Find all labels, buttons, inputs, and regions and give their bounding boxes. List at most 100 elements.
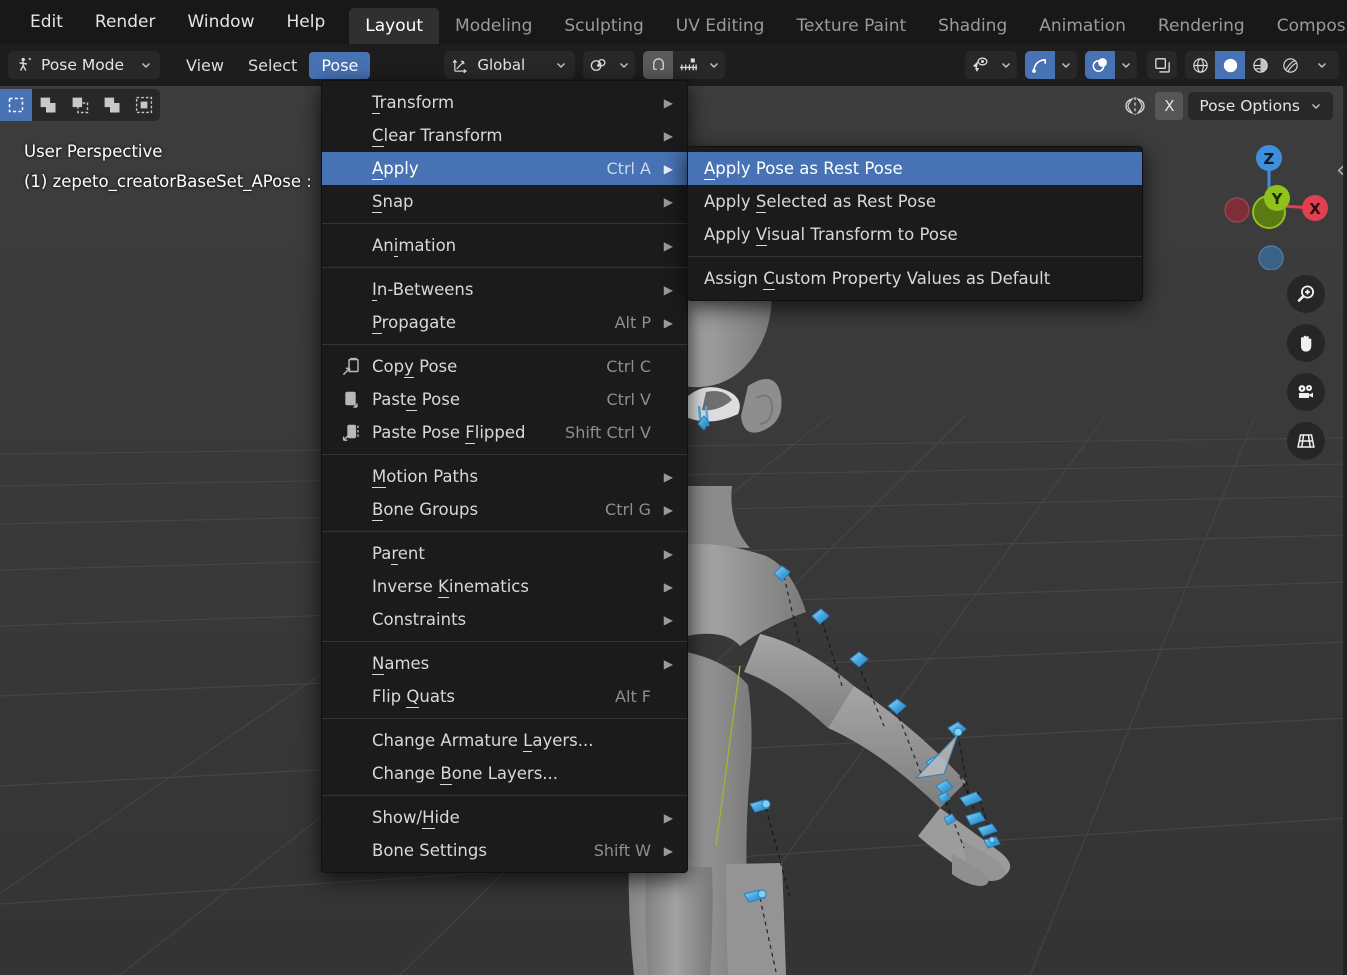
viewport-menu-select[interactable]: Select — [236, 52, 309, 79]
menu-item-paste-pose-flipped[interactable]: Paste Pose FlippedShift Ctrl V▶ — [322, 416, 687, 449]
tab-layout[interactable]: Layout — [349, 8, 439, 44]
xray-icon[interactable] — [1147, 51, 1177, 79]
axis-x-negative — [1225, 198, 1249, 222]
tab-uv-editing[interactable]: UV Editing — [660, 8, 781, 44]
submenu-arrow-icon: ▶ — [657, 162, 673, 176]
menu-item-inverse-kinematics[interactable]: Inverse Kinematics▶ — [322, 570, 687, 603]
menu-item-shortcut: Ctrl C — [606, 357, 651, 376]
topbar-menu-edit[interactable]: Edit — [14, 0, 79, 44]
camera-view-icon[interactable] — [1287, 373, 1325, 411]
menu-item-show-hide[interactable]: Show/Hide▶ — [322, 801, 687, 834]
menu-item-apply-pose-as-rest-pose[interactable]: Apply Pose as Rest Pose▶ — [688, 152, 1142, 185]
tab-animation[interactable]: Animation — [1023, 8, 1142, 44]
menu-item-label: Names — [368, 654, 633, 673]
menu-item-bone-groups[interactable]: Bone GroupsCtrl G▶ — [322, 493, 687, 526]
visibility-gizmo-icon[interactable] — [965, 51, 995, 79]
menu-item-animation[interactable]: Animation▶ — [322, 229, 687, 262]
select-invert-icon[interactable] — [128, 89, 160, 121]
menu-item-paste-pose[interactable]: Paste PoseCtrl V▶ — [322, 383, 687, 416]
overlays-toggle-group[interactable] — [1085, 51, 1137, 79]
chevron-down-icon[interactable] — [995, 51, 1017, 79]
tab-modeling[interactable]: Modeling — [439, 8, 548, 44]
tab-rendering[interactable]: Rendering — [1142, 8, 1261, 44]
gizmo-toggle-group[interactable] — [1025, 51, 1077, 79]
viewport-menu-pose[interactable]: Pose — [309, 52, 370, 79]
menu-item-change-armature-layers[interactable]: Change Armature Layers...▶ — [322, 724, 687, 757]
apply-submenu-dropdown[interactable]: Apply Pose as Rest Pose▶Apply Selected a… — [687, 146, 1143, 301]
viewport-nav-buttons[interactable] — [1287, 275, 1325, 460]
gizmo-icon[interactable] — [1025, 51, 1055, 79]
menu-item-assign-custom-property-values-as-default[interactable]: Assign Custom Property Values as Default… — [688, 262, 1142, 295]
transform-orientation-selector[interactable]: Global — [444, 51, 575, 79]
menu-item-bone-settings[interactable]: Bone SettingsShift W▶ — [322, 834, 687, 867]
transform-orientation-value: Global — [477, 56, 525, 74]
mirror-x-button[interactable]: X — [1155, 92, 1183, 120]
topbar-menu-render[interactable]: Render — [79, 0, 172, 44]
orthographic-toggle-icon[interactable] — [1287, 422, 1325, 460]
submenu-arrow-icon: ▶ — [657, 470, 673, 484]
menu-item-snap[interactable]: Snap▶ — [322, 185, 687, 218]
shading-rendered-icon[interactable] — [1275, 51, 1305, 79]
menu-item-apply-visual-transform-to-pose[interactable]: Apply Visual Transform to Pose▶ — [688, 218, 1142, 251]
chevron-down-icon[interactable] — [1305, 51, 1339, 79]
topbar-menu-list: Edit Render Window Help — [0, 0, 341, 44]
overlays-icon[interactable] — [1085, 51, 1115, 79]
topbar-menu-help[interactable]: Help — [270, 0, 341, 44]
topbar-menu-window[interactable]: Window — [171, 0, 270, 44]
menu-item-copy-pose[interactable]: Copy PoseCtrl C▶ — [322, 350, 687, 383]
snapping-controls[interactable] — [643, 51, 725, 79]
select-mode-toolbar[interactable] — [0, 89, 160, 121]
menu-item-in-betweens[interactable]: In-Betweens▶ — [322, 273, 687, 306]
menu-item-label: In-Betweens — [368, 280, 633, 299]
visibility-selector[interactable] — [965, 51, 1017, 79]
tab-shading[interactable]: Shading — [922, 8, 1023, 44]
menu-item-names[interactable]: Names▶ — [322, 647, 687, 680]
menu-item-clear-transform[interactable]: Clear Transform▶ — [322, 119, 687, 152]
chevron-down-icon[interactable] — [703, 51, 725, 79]
viewport-perspective-label: User Perspective — [24, 142, 162, 161]
xray-toggle[interactable] — [1147, 51, 1177, 79]
menu-item-apply[interactable]: ApplyCtrl A▶ — [322, 152, 687, 185]
submenu-arrow-icon: ▶ — [657, 195, 673, 209]
snap-increment-icon[interactable] — [673, 51, 703, 79]
menu-item-change-bone-layers[interactable]: Change Bone Layers...▶ — [322, 757, 687, 790]
select-box-icon[interactable] — [32, 89, 64, 121]
pivot-point-selector[interactable] — [583, 51, 635, 79]
svg-text:X: X — [1309, 200, 1321, 218]
shading-wireframe-icon[interactable] — [1185, 51, 1215, 79]
select-subtract-icon[interactable] — [64, 89, 96, 121]
x-axis-mirror-icon[interactable] — [1120, 95, 1150, 117]
select-intersect-icon[interactable] — [96, 89, 128, 121]
chevron-down-icon[interactable] — [1055, 51, 1077, 79]
chevron-down-icon[interactable] — [613, 51, 635, 79]
magnet-icon[interactable] — [643, 51, 673, 79]
pose-options-dropdown[interactable]: Pose Options — [1188, 92, 1333, 120]
zoom-icon[interactable] — [1287, 275, 1325, 313]
menu-item-apply-selected-as-rest-pose[interactable]: Apply Selected as Rest Pose▶ — [688, 185, 1142, 218]
pivot-icon[interactable] — [583, 51, 613, 79]
menu-item-constraints[interactable]: Constraints▶ — [322, 603, 687, 636]
menu-separator — [322, 454, 687, 455]
menu-item-parent[interactable]: Parent▶ — [322, 537, 687, 570]
viewport-menu-view[interactable]: View — [174, 52, 236, 79]
pan-hand-icon[interactable] — [1287, 324, 1325, 362]
sidebar-expand-icon[interactable]: ‹ — [1336, 158, 1345, 183]
shading-solid-icon[interactable] — [1215, 51, 1245, 79]
tab-compositing[interactable]: Compos — [1261, 8, 1347, 44]
mode-selector[interactable]: Pose Mode — [8, 51, 160, 79]
tab-texture-paint[interactable]: Texture Paint — [780, 8, 922, 44]
chevron-down-icon[interactable] — [1115, 51, 1137, 79]
menu-item-transform[interactable]: Transform▶ — [322, 86, 687, 119]
menu-item-propagate[interactable]: PropagateAlt P▶ — [322, 306, 687, 339]
select-tweak-icon[interactable] — [0, 89, 32, 121]
shading-mode-group[interactable] — [1185, 51, 1339, 79]
navigation-gizmo[interactable]: Z X Y — [1201, 140, 1311, 250]
tab-sculpting[interactable]: Sculpting — [548, 8, 659, 44]
shading-material-preview-icon[interactable] — [1245, 51, 1275, 79]
pose-menu-dropdown[interactable]: Transform▶Clear Transform▶ApplyCtrl A▶Sn… — [321, 80, 688, 873]
menu-item-flip-quats[interactable]: Flip QuatsAlt F▶ — [322, 680, 687, 713]
mode-selector-label: Pose Mode — [41, 56, 124, 74]
menu-item-motion-paths[interactable]: Motion Paths▶ — [322, 460, 687, 493]
menu-separator — [322, 795, 687, 796]
menu-item-label: Transform — [368, 93, 633, 112]
